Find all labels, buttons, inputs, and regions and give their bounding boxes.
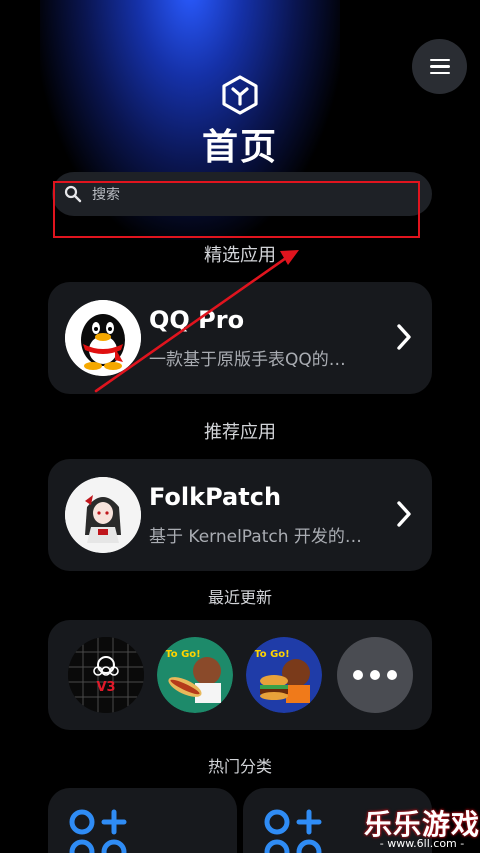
annotation-arrow [94,250,299,393]
watermark: 乐乐游戏 - www.6ll.com - [364,803,480,853]
watermark-url: - www.6ll.com - [379,837,465,850]
